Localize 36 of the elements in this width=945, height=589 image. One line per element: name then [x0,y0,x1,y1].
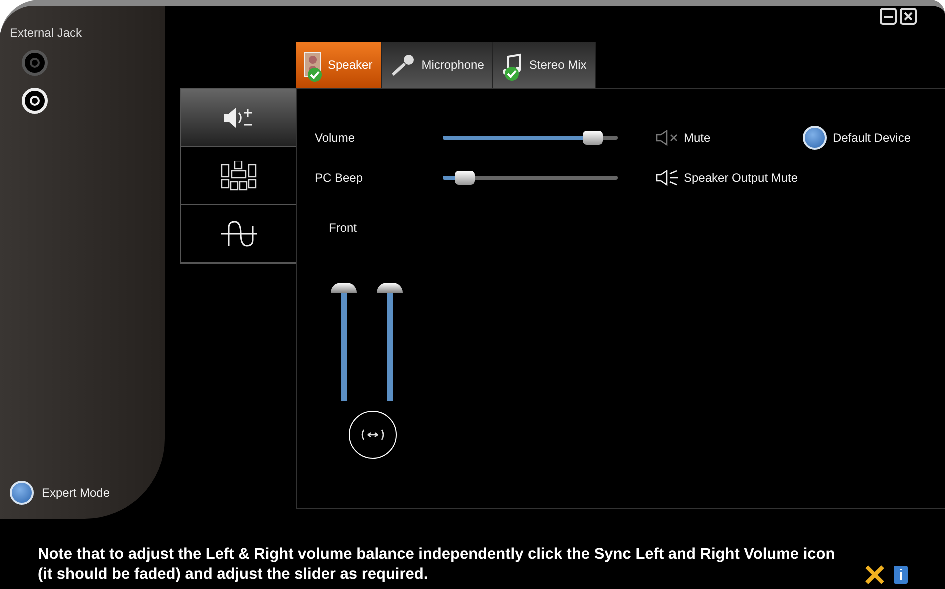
side-tab[interactable] [181,89,296,147]
check-icon [505,67,520,81]
sine-wave-icon [218,220,258,248]
note-text: Note that to adjust the Left & Right volume balance independently click the Sync Left and Right Volume icon (it should be faded) and adjust the slider as required. [38,545,836,585]
panel-title: External Jack [10,25,84,42]
vertical-slider-track[interactable] [377,281,403,401]
device-tab[interactable]: Stereo Mix [493,42,596,88]
check-icon [308,68,322,82]
sync-volume-button[interactable] [349,411,397,459]
slider-track[interactable] [443,171,618,185]
minimize-button[interactable] [880,8,897,25]
sync-arrows-icon [361,429,385,441]
mute-toggle[interactable]: Mute [656,129,711,147]
device-tab[interactable]: Microphone [382,42,494,88]
slider-thumb[interactable] [331,283,357,293]
info-icon[interactable] [893,565,909,585]
default-device-button[interactable] [802,126,827,150]
mute-toggle[interactable]: Speaker Output Mute [656,169,798,187]
microphone-icon [390,53,416,77]
expert-mode-button[interactable] [10,481,34,505]
slider-thumb[interactable] [455,171,476,185]
expert-mode-label: Expert Mode [42,485,110,502]
slider-label: Volume [315,130,356,147]
default-device-label: Default Device [832,130,911,147]
tools-icon[interactable] [865,565,885,585]
vertical-slider-track[interactable] [331,281,357,401]
slider-track[interactable] [443,131,618,145]
slider-label: PC Beep [315,170,364,187]
close-icon [904,12,913,21]
muted-speaker-icon [656,130,680,146]
device-tab[interactable]: Speaker [296,42,382,88]
slider-thumb[interactable] [583,131,603,145]
close-button[interactable] [900,8,917,25]
speaker-icon [656,170,680,186]
front-label: Front [329,220,358,237]
slider-thumb[interactable] [377,283,403,293]
